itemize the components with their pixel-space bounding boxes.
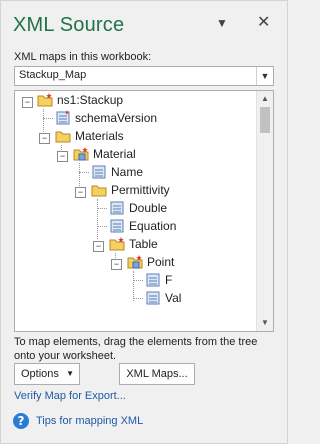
tree-line bbox=[133, 271, 134, 301]
tree-line bbox=[133, 280, 143, 281]
verify-map-link[interactable]: Verify Map for Export... bbox=[14, 390, 126, 402]
field-icon bbox=[146, 291, 160, 305]
tree-line bbox=[97, 199, 98, 239]
repeating-element-icon bbox=[73, 147, 89, 161]
folder-icon bbox=[55, 131, 71, 143]
xml-source-pane: XML Source ▼ ✕ XML maps in this workbook… bbox=[0, 0, 288, 444]
field-icon bbox=[146, 273, 160, 287]
tree-line bbox=[115, 253, 116, 258]
pane-title: XML Source bbox=[13, 14, 125, 36]
folder-icon bbox=[91, 185, 107, 197]
xml-map-dropdown[interactable]: Stackup_Map ▼ bbox=[14, 66, 274, 86]
scroll-thumb[interactable] bbox=[260, 107, 270, 133]
tree-line bbox=[97, 226, 107, 227]
collapse-toggle[interactable]: − bbox=[75, 187, 86, 198]
repeating-element-icon bbox=[127, 255, 143, 269]
xml-maps-button[interactable]: XML Maps... bbox=[119, 363, 195, 385]
help-question-icon[interactable]: ? bbox=[13, 413, 29, 429]
chevron-down-icon[interactable]: ▼ bbox=[256, 67, 273, 85]
folder-icon bbox=[109, 237, 125, 251]
xml-tree[interactable]: − ns1:Stackup schemaVersion − Materials bbox=[14, 90, 274, 332]
tree-line bbox=[79, 172, 89, 173]
options-button[interactable]: Options ▼ bbox=[14, 363, 80, 385]
pane-options-chevron-down-icon[interactable]: ▼ bbox=[216, 16, 228, 30]
tree-scrollbar[interactable]: ▲ ▼ bbox=[256, 91, 273, 331]
xml-map-selected: Stackup_Map bbox=[19, 69, 87, 81]
scroll-up-arrow-icon[interactable]: ▲ bbox=[257, 91, 273, 107]
options-button-label: Options bbox=[21, 368, 59, 380]
pane-close-icon[interactable]: ✕ bbox=[257, 12, 270, 32]
field-icon bbox=[110, 201, 124, 215]
collapse-toggle[interactable]: − bbox=[111, 259, 122, 270]
scroll-down-arrow-icon[interactable]: ▼ bbox=[257, 315, 273, 331]
collapse-toggle[interactable]: − bbox=[93, 241, 104, 252]
field-icon bbox=[110, 219, 124, 233]
xml-maps-label: XML maps in this workbook: bbox=[14, 51, 152, 63]
tree-line bbox=[97, 208, 107, 209]
root-element-icon bbox=[37, 93, 53, 107]
collapse-toggle[interactable]: − bbox=[22, 97, 33, 108]
tips-link[interactable]: Tips for mapping XML bbox=[36, 415, 143, 427]
chevron-down-icon: ▼ bbox=[66, 369, 74, 378]
field-icon bbox=[92, 165, 106, 179]
attribute-icon bbox=[56, 110, 70, 125]
tree-line bbox=[43, 118, 53, 119]
mapping-hint: To map elements, drag the elements from … bbox=[14, 336, 258, 362]
collapse-toggle[interactable]: − bbox=[39, 133, 50, 144]
collapse-toggle[interactable]: − bbox=[57, 151, 68, 162]
tree-line bbox=[133, 298, 143, 299]
